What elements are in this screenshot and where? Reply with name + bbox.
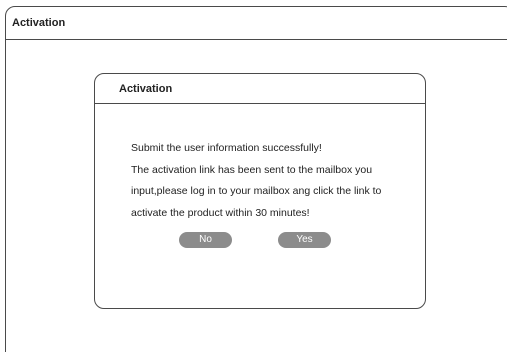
message-line-4: activate the product within 30 minutes! — [131, 206, 310, 219]
dialog-title: Activation — [119, 83, 173, 95]
dialog-header: Activation — [95, 74, 425, 104]
window-header: Activation — [6, 7, 507, 40]
yes-button[interactable]: Yes — [278, 232, 331, 248]
dialog-message: Submit the user information successfully… — [131, 138, 423, 224]
message-line-2: The activation link has been sent to the… — [131, 163, 373, 176]
message-line-1: Submit the user information successfully… — [131, 142, 322, 154]
no-button[interactable]: No — [179, 232, 232, 248]
message-line-3: input,please log in to your mailbox ang … — [131, 185, 382, 197]
window-title: Activation — [12, 17, 66, 29]
activation-dialog: Activation Submit the user information s… — [94, 73, 426, 309]
